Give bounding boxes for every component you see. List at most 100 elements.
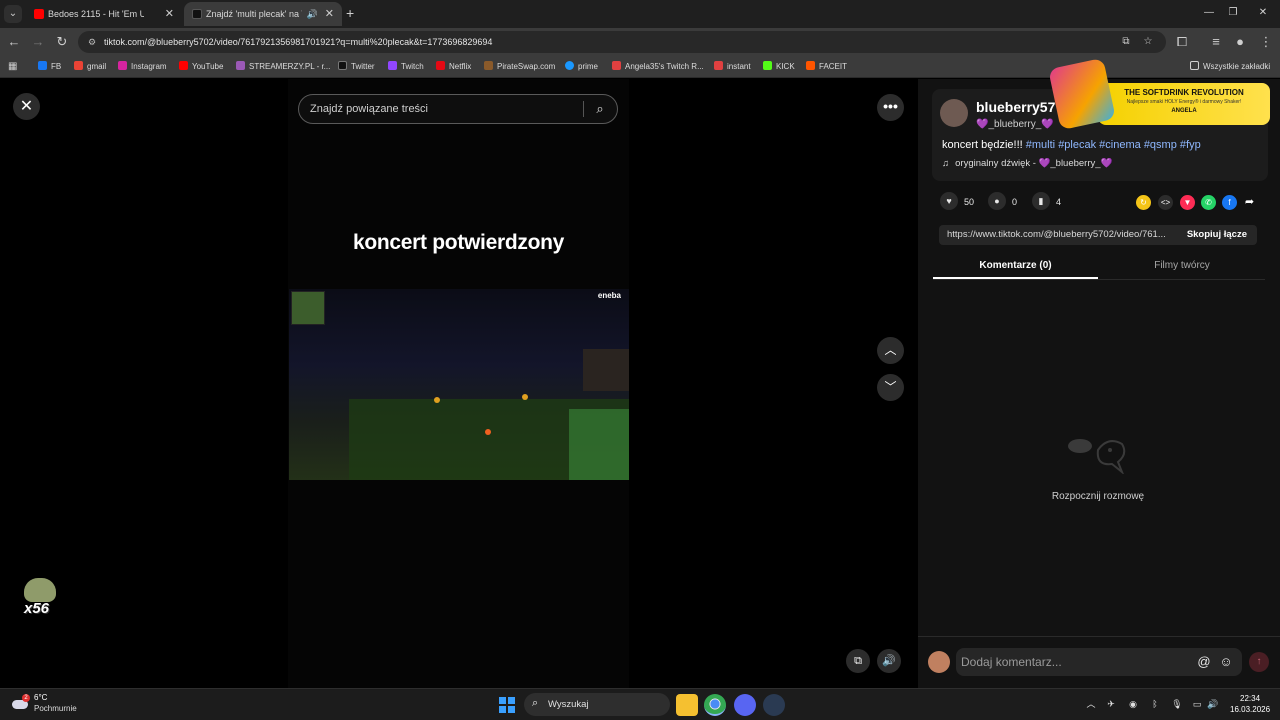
tray-expand-icon[interactable]: ︿ (1084, 697, 1098, 711)
clock-date[interactable]: 16.03.2026 (1230, 705, 1270, 714)
discord-icon[interactable] (734, 694, 756, 716)
close-tab-icon[interactable]: ✕ (325, 2, 334, 26)
extensions-icon[interactable]: ⧠ (1172, 32, 1192, 52)
forward-button[interactable]: → (28, 32, 48, 52)
picture-in-picture-button[interactable]: ⧉ (846, 649, 870, 673)
bookmark-instagram[interactable]: Instagram (118, 56, 167, 78)
bookmark-twitch[interactable]: Twitch (388, 56, 424, 78)
chart-icon (612, 61, 621, 70)
display-icon[interactable]: ▭ (1190, 697, 1204, 711)
bookmark-twitter[interactable]: Twitter (338, 56, 375, 78)
whatsapp-icon[interactable]: ✆ (1201, 195, 1216, 210)
bookmark-fb[interactable]: FB (38, 56, 61, 78)
apps-grid-icon[interactable]: ▦ (8, 61, 19, 72)
hashtag-fyp[interactable]: #fyp (1180, 139, 1201, 151)
bookmark-star-icon[interactable]: ☆ (1140, 34, 1156, 50)
new-tab-button[interactable]: + (346, 4, 360, 22)
comment-icon[interactable]: ● (988, 192, 1006, 210)
bookmark-instant[interactable]: instant (714, 56, 751, 78)
comment-input[interactable]: Dodaj komentarz... @ ☺ (956, 648, 1242, 676)
bookmark-streamerzy[interactable]: STREAMERZY.PL - r... (236, 56, 330, 78)
clock-time[interactable]: 22:34 (1240, 694, 1260, 703)
hashtag-plecak[interactable]: #plecak (1058, 139, 1096, 151)
share-link-url[interactable]: https://www.tiktok.com/@blueberry5702/vi… (947, 225, 1177, 245)
tab-audio-icon[interactable]: 🔊 (307, 2, 318, 26)
next-video-button[interactable]: ﹀ (877, 374, 904, 401)
bookmark-prime[interactable]: prime (565, 56, 598, 78)
file-explorer-icon[interactable] (676, 694, 698, 716)
tab-comments[interactable]: Komentarze (0) (933, 252, 1098, 279)
bookmark-angela-twitch[interactable]: Angela35's Twitch R... (612, 56, 704, 78)
install-app-icon[interactable]: ⧉ (1118, 34, 1134, 50)
hashtag-multi[interactable]: #multi (1026, 139, 1055, 151)
weather-widget[interactable]: 2 (12, 694, 30, 710)
profile-avatar-icon[interactable]: ● (1230, 32, 1250, 52)
close-window-button[interactable]: ✕ (1250, 4, 1276, 22)
chrome-icon[interactable] (704, 694, 726, 716)
bookmark-kick[interactable]: KICK (763, 56, 795, 78)
reload-button[interactable]: ↻ (52, 32, 72, 52)
nickname[interactable]: 💜_blueberry_💜 (976, 119, 1054, 130)
gmail-icon (74, 61, 83, 70)
taskbar-search-placeholder: Wyszukaj (548, 699, 589, 710)
like-count: 50 (964, 197, 975, 207)
site-info-icon[interactable]: ⚙ (86, 36, 98, 48)
username[interactable]: blueberry57 (976, 99, 1055, 115)
url-text[interactable]: tiktok.com/@blueberry5702/video/76179213… (104, 31, 492, 53)
related-search-input[interactable]: Znajdź powiązane treści ⌕ (298, 94, 618, 124)
bookmark-faceit[interactable]: FACEIT (806, 56, 847, 78)
bookmark-gmail[interactable]: gmail (74, 56, 106, 78)
send-comment-button[interactable]: ↑ (1249, 652, 1269, 672)
bookmark-netflix[interactable]: Netflix (436, 56, 471, 78)
close-tab-icon[interactable]: ✕ (165, 2, 174, 26)
address-bar[interactable]: ⚙ tiktok.com/@blueberry5702/video/761792… (78, 31, 1166, 53)
tab-search-menu-icon[interactable]: ⌄ (4, 5, 22, 23)
ad-name: ANGELA (1171, 108, 1197, 114)
browser-tab-youtube[interactable]: Bedoes 2115 - Hit 'Em Up - You ✕ (26, 2, 182, 26)
empty-comments-icon (1064, 436, 1132, 476)
bookmark-youtube[interactable]: YouTube (179, 56, 223, 78)
sound-name: oryginalny dźwięk - 💜_blueberry_💜 (955, 158, 1113, 169)
more-options-button[interactable]: ••• (877, 94, 904, 121)
repost-icon[interactable]: ↻ (1136, 195, 1151, 210)
restore-button[interactable]: ❐ (1220, 4, 1246, 22)
back-button[interactable]: ← (4, 32, 24, 52)
microphone-icon[interactable]: 🎙 (1170, 697, 1184, 711)
twitter-x-icon (338, 61, 347, 70)
send-to-friends-icon[interactable]: ▼ (1180, 195, 1195, 210)
avatar[interactable] (940, 99, 968, 127)
notification-badge: 2 (22, 694, 30, 702)
browser-tab-tiktok[interactable]: Znajdź 'multi plecak' na Tik 🔊 ✕ (184, 2, 342, 26)
reading-list-icon[interactable]: ≡ (1206, 32, 1226, 52)
details-panel: blueberry57 💜_blueberry_💜 koncert będzie… (918, 79, 1280, 688)
embed-icon[interactable]: <> (1158, 195, 1173, 210)
tray-bluetooth-icon[interactable]: ᛒ (1148, 697, 1162, 711)
bookmark-pirateswap[interactable]: PirateSwap.com (484, 56, 555, 78)
sound-link[interactable]: ♫ oryginalny dźwięk - 💜_blueberry_💜 (942, 158, 1112, 169)
copy-link-button[interactable]: Skopiuj łącze (1187, 225, 1247, 245)
hashtag-cinema[interactable]: #cinema (1099, 139, 1141, 151)
tab-creator-videos[interactable]: Filmy twórcy (1099, 252, 1265, 279)
bookmark-icon[interactable]: ▮ (1032, 192, 1050, 210)
steam-icon[interactable] (763, 694, 785, 716)
tray-discord-icon[interactable]: ◉ (1126, 697, 1140, 711)
taskbar-search[interactable]: ⌕ Wyszukaj (524, 693, 670, 716)
tray-network-app-icon[interactable]: ✈ (1104, 697, 1118, 711)
emoji-icon[interactable]: ☺ (1218, 654, 1234, 670)
facebook-share-icon[interactable]: f (1222, 195, 1237, 210)
speaker-icon[interactable]: 🔊 (1206, 697, 1220, 711)
ad-overlay-banner[interactable]: THE SOFTDRINK REVOLUTION Najlepsze smaki… (1048, 57, 1270, 131)
previous-video-button[interactable]: ︿ (877, 337, 904, 364)
like-icon[interactable]: ♥ (940, 192, 958, 210)
close-video-button[interactable]: ✕ (13, 93, 40, 120)
video-viewport: ✕ Znajdź powiązane treści ⌕ koncert potw… (0, 79, 918, 688)
search-icon[interactable]: ⌕ (592, 101, 608, 117)
share-arrow-icon[interactable]: ➦ (1242, 195, 1257, 210)
browser-menu-icon[interactable]: ⋮ (1256, 32, 1276, 52)
hashtag-qsmp[interactable]: #qsmp (1144, 139, 1177, 151)
torch-light (522, 394, 528, 400)
volume-button[interactable]: 🔊 (877, 649, 901, 673)
minimize-button[interactable]: — (1196, 4, 1222, 22)
mention-icon[interactable]: @ (1196, 654, 1212, 670)
start-button[interactable] (499, 697, 515, 713)
